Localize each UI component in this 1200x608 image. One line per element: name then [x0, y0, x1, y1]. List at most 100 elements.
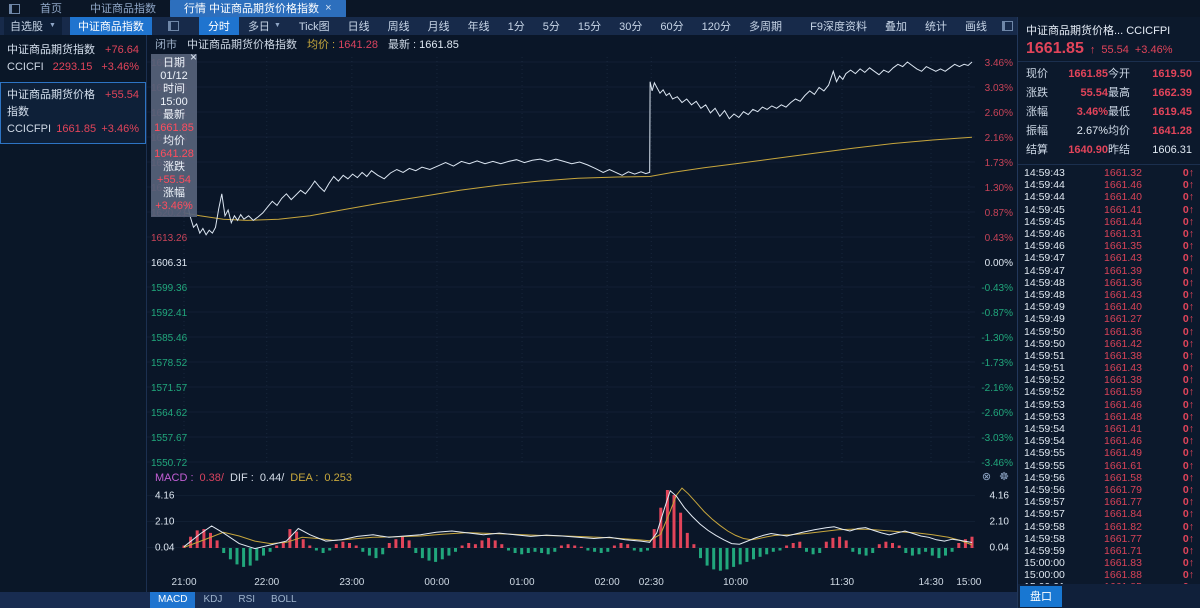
tick-time: 15:00:00 [1024, 569, 1065, 582]
tick-price: 1661.77 [1104, 496, 1142, 509]
toolbar-item[interactable]: 60分 [651, 17, 692, 36]
toolbar-item[interactable]: 年线 [459, 17, 499, 36]
close-icon[interactable]: × [190, 51, 197, 63]
toolbar-item[interactable]: 多日 ▼ [239, 17, 290, 36]
intraday-chart-panel: 1661.911654.961648.011641.061634.111627.… [147, 51, 1017, 470]
close-circle-icon[interactable]: ⊗ [982, 470, 991, 483]
app-window-icon[interactable] [9, 3, 20, 14]
tick-time: 14:59:44 [1024, 191, 1065, 204]
quote-price: 1661.85 [1026, 40, 1084, 57]
tick-price: 1661.36 [1104, 325, 1142, 338]
tab-item[interactable]: 中证商品指数 [76, 0, 170, 18]
quote-pct: +3.46% [1134, 44, 1173, 56]
toolbar-item[interactable]: 月线 [419, 17, 459, 36]
tick-time: 14:59:53 [1024, 398, 1065, 411]
toolbar-item[interactable]: 日线 [339, 17, 379, 36]
svg-text:1606.31: 1606.31 [151, 258, 188, 269]
instrument-price: 2293.15 [52, 61, 93, 73]
toolbar-item[interactable]: 5分 [534, 17, 569, 36]
tab-active[interactable]: 行情 中证商品期货价格指数 × [170, 0, 346, 18]
up-arrow-icon: ↑ [1188, 520, 1194, 533]
svg-text:1557.67: 1557.67 [151, 433, 188, 444]
tick-row: 14:59:48 1661.36 0↑ [1024, 277, 1194, 289]
layout-icon[interactable] [167, 21, 179, 31]
svg-text:1599.36: 1599.36 [151, 283, 188, 294]
svg-text:1564.62: 1564.62 [151, 408, 188, 419]
up-arrow-icon: ↑ [1188, 191, 1194, 204]
toolbar-right-item[interactable]: F9深度资料 [801, 17, 876, 36]
svg-text:1578.52: 1578.52 [151, 358, 188, 369]
indicator-tab-macd[interactable]: MACD [150, 592, 196, 608]
tick-time: 14:59:52 [1024, 374, 1065, 387]
up-arrow-icon: ↑ [1188, 386, 1194, 399]
toolbar-item[interactable]: 15分 [569, 17, 610, 36]
up-arrow-icon: ↑ [1188, 374, 1194, 387]
toolbar-item[interactable]: 1分 [499, 17, 534, 36]
svg-text:-2.16%: -2.16% [981, 383, 1013, 394]
chevron-down-icon: ▼ [273, 22, 281, 29]
tick-price: 1661.61 [1104, 459, 1142, 472]
toolbar-right-item[interactable]: 叠加 [876, 17, 916, 36]
tick-time: 14:59:45 [1024, 215, 1065, 228]
tick-row: 14:59:52 1661.59 0↑ [1024, 386, 1194, 398]
up-arrow-icon: ↑ [1188, 264, 1194, 277]
tooltip-label: 涨幅 [163, 187, 185, 199]
up-arrow-icon: ↑ [1188, 471, 1194, 484]
tick-price: 1661.36 [1104, 276, 1142, 289]
indicator-tab-boll[interactable]: BOLL [263, 592, 305, 608]
gear-icon[interactable]: ☸ [999, 470, 1009, 483]
indicator-tab-rsi[interactable]: RSI [230, 592, 263, 608]
tab-item[interactable]: 首页 [26, 0, 76, 18]
up-arrow-icon: ↑ [1188, 240, 1194, 253]
tick-row: 14:59:44 1661.46 0↑ [1024, 179, 1194, 191]
tick-volume: 0↑ [1182, 203, 1194, 216]
tick-volume: 0↑ [1182, 288, 1194, 301]
toolbar-item[interactable]: 30分 [610, 17, 651, 36]
watchlist-item[interactable]: 中证商品期货指数 +76.64 CCICFI 2293.15 +3.46% [0, 37, 146, 82]
tick-price: 1661.27 [1104, 313, 1142, 326]
toolbar-right-item[interactable]: 统计 [916, 17, 956, 36]
tooltip-value: 15:00 [160, 96, 188, 108]
indicator-tab-kdj[interactable]: KDJ [195, 592, 230, 608]
tooltip-value: 1641.28 [154, 148, 194, 160]
toolbar-right-item[interactable]: 画线 [956, 17, 996, 36]
panel-toggle-icon[interactable] [1002, 21, 1013, 31]
tick-volume: 0↑ [1182, 313, 1194, 326]
toolbar-item[interactable]: Tick图 [290, 17, 339, 36]
tick-time: 14:59:50 [1024, 325, 1065, 338]
chart-title: 中证商品期货价格指数 [187, 38, 297, 51]
stat-label: 涨幅 [1026, 106, 1048, 118]
tick-price: 1661.40 [1104, 301, 1142, 314]
watchlist-item-selected[interactable]: 中证商品期货价格指数 +55.54 CCICFPI 1661.85 +3.46% [0, 82, 146, 144]
tick-row: 14:59:56 1661.58 0↑ [1024, 472, 1194, 484]
toolbar-item[interactable]: 120分 [693, 17, 740, 36]
tick-row: 14:59:54 1661.41 0↑ [1024, 423, 1194, 435]
avg-label: 均价 : [307, 38, 336, 51]
tick-time: 14:59:58 [1024, 532, 1065, 545]
close-icon[interactable]: × [325, 2, 331, 14]
pankou-button[interactable]: 盘口 [1020, 585, 1062, 607]
time-axis: 21:00 22:00 23:00 00:00 01:00 02:00 02:30 10:00… [147, 575, 1017, 592]
toolbar-item[interactable]: 周线 [379, 17, 419, 36]
top-tab-bar: 首页 中证商品指数 行情 中证商品期货价格指数 × [0, 0, 1200, 18]
tick-volume: 0↑ [1182, 447, 1194, 460]
tick-price: 1661.32 [1104, 167, 1142, 180]
toolbar-item[interactable]: 多周期 [740, 17, 791, 36]
tick-volume: 0↑ [1182, 557, 1194, 570]
tick-price: 1661.43 [1104, 362, 1142, 375]
toolbar-item[interactable]: 分时 [198, 16, 239, 36]
instrument-change: +76.64 [105, 44, 139, 56]
tick-volume: 0↑ [1182, 508, 1194, 521]
stat-label: 现价 [1026, 68, 1048, 80]
tick-price: 1661.77 [1104, 532, 1142, 545]
up-arrow-icon: ↑ [1188, 557, 1194, 570]
tick-row: 14:59:47 1661.43 0↑ [1024, 252, 1194, 264]
watchlist-dropdown[interactable]: 自选股 ▼ [4, 16, 62, 36]
up-arrow-icon: ↑ [1188, 337, 1194, 350]
tick-row: 14:59:55 1661.61 0↑ [1024, 460, 1194, 472]
tick-row: 14:59:50 1661.42 0↑ [1024, 338, 1194, 350]
index-button[interactable]: 中证商品指数 [69, 16, 152, 36]
tick-time: 14:59:54 [1024, 423, 1065, 436]
tick-time: 14:59:50 [1024, 337, 1065, 350]
tooltip-value: +3.46% [155, 200, 193, 212]
